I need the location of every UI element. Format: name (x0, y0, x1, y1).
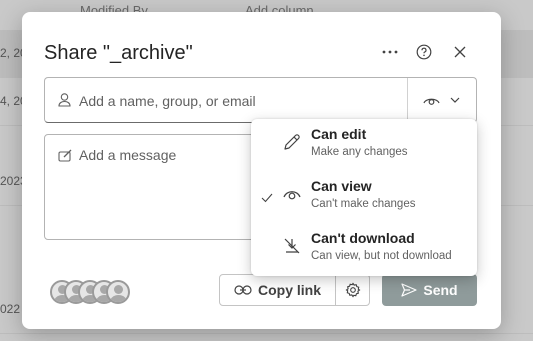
no-download-icon (284, 238, 300, 254)
copy-link-label: Copy link (257, 282, 321, 298)
eye-icon (423, 98, 440, 105)
permission-menu: Can edit Make any changes Can view Can't… (251, 119, 477, 276)
menu-item-label: Can edit (311, 126, 367, 142)
send-label: Send (423, 282, 458, 298)
copy-link-button[interactable]: Copy link (219, 274, 336, 306)
more-icon (382, 50, 398, 54)
menu-item-description: Can't make changes (311, 198, 416, 210)
menu-item-can-edit[interactable]: Can edit Make any changes (251, 119, 477, 171)
help-button[interactable] (414, 42, 434, 62)
pencil-icon (284, 134, 300, 150)
dialog-title: Share "_archive" (44, 42, 193, 64)
menu-item-label: Can't download (311, 230, 415, 246)
gear-icon (345, 282, 360, 298)
menu-item-description: Make any changes (311, 146, 408, 158)
message-edit-icon (58, 149, 72, 162)
send-icon (401, 283, 417, 297)
close-icon (454, 46, 466, 58)
close-button[interactable] (450, 42, 470, 62)
menu-item-description: Can view, but not download (311, 250, 452, 262)
recipients-input[interactable] (79, 90, 399, 112)
more-options-button[interactable] (380, 42, 400, 62)
send-button[interactable]: Send (382, 274, 477, 306)
link-settings-button[interactable] (335, 274, 370, 306)
shared-with-avatars[interactable] (50, 280, 130, 306)
link-icon (234, 285, 252, 295)
menu-item-cant-download[interactable]: Can't download Can view, but not downloa… (251, 223, 477, 275)
checkmark-icon (261, 193, 273, 203)
message-input[interactable] (79, 147, 259, 187)
help-icon (416, 44, 432, 60)
menu-item-can-view[interactable]: Can view Can't make changes (251, 171, 477, 223)
avatar (106, 280, 130, 304)
person-icon (58, 93, 71, 107)
eye-icon (283, 191, 301, 200)
menu-item-label: Can view (311, 178, 372, 194)
chevron-down-icon (450, 97, 460, 103)
recipients-field[interactable] (44, 77, 477, 123)
permission-dropdown-button[interactable] (407, 78, 477, 122)
